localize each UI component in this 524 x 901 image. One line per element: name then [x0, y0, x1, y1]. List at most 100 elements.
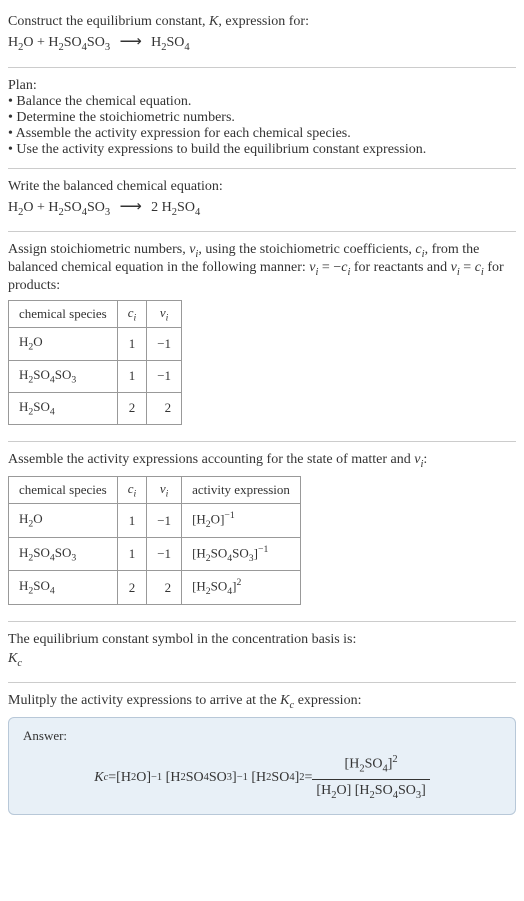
table-header: activity expression	[182, 476, 301, 504]
sp: SO	[33, 367, 50, 382]
table-cell: H2SO4	[9, 571, 118, 605]
sp: H	[19, 545, 28, 560]
table-cell: 2	[117, 392, 147, 424]
plan-title: Plan:	[8, 78, 516, 94]
eq-part: H	[8, 200, 18, 215]
table-row: H2O 1 −1 [H2O]−1	[9, 504, 301, 538]
exp: −1	[151, 770, 162, 787]
sp-sub: 3	[249, 553, 254, 564]
arrow-icon: ⟶	[120, 198, 142, 215]
sp: H	[349, 757, 359, 772]
sp: SO	[232, 545, 249, 560]
sub-i: i	[134, 312, 137, 323]
sp-sub: 3	[71, 374, 76, 385]
balanced-section: Write the balanced chemical equation: H2…	[8, 173, 516, 228]
sp: SO	[365, 757, 383, 772]
sp: SO	[33, 545, 50, 560]
sp-sub: 3	[416, 789, 421, 800]
table-cell: H2O	[9, 504, 118, 538]
sp: SO	[55, 367, 72, 382]
table-cell: −1	[147, 328, 182, 360]
plan-item: Balance the chemical equation.	[8, 94, 516, 110]
eq-part: SO	[87, 200, 105, 215]
stoich-table: chemical species ci νi H2O 1 −1 H2SO4SO3…	[8, 300, 182, 425]
sp-sub: 3	[227, 770, 232, 787]
sp: H	[19, 511, 28, 526]
answer-label: Answer:	[23, 728, 501, 744]
k-var: K	[8, 651, 17, 666]
sp: H	[256, 767, 266, 789]
sub-c: c	[17, 658, 22, 669]
table-header: ci	[117, 476, 147, 504]
kc-symbol: Kc	[8, 648, 516, 673]
divider	[8, 231, 516, 232]
intro-equation: H2O + H2SO4SO3 ⟶ H2SO4	[8, 30, 516, 57]
eq-sub: 4	[195, 206, 200, 217]
intro-section: Construct the equilibrium constant, K, e…	[8, 8, 516, 63]
sp: SO	[398, 783, 416, 798]
text-part: Assign stoichiometric numbers,	[8, 242, 189, 257]
sp-sub: 4	[227, 586, 232, 597]
sp: H	[359, 783, 369, 798]
k-var: K	[280, 693, 289, 708]
eq-part: SO	[64, 35, 82, 50]
plan-section: Plan: Balance the chemical equation. Det…	[8, 72, 516, 164]
text-part: , using the stoichiometric coefficients,	[198, 242, 415, 257]
text-part: for reactants and	[350, 260, 450, 275]
table-cell: H2SO4SO3	[9, 537, 118, 571]
activity-table: chemical species ci νi activity expressi…	[8, 476, 301, 605]
sp-sub: 3	[71, 552, 76, 563]
balanced-title: Write the balanced chemical equation:	[8, 179, 516, 195]
assemble-section: Assemble the activity expressions accoun…	[8, 446, 516, 617]
fraction: [H2SO4]2 [H2O] [H2SO4SO3]	[312, 752, 429, 804]
exp: 2	[392, 754, 397, 765]
sub-i: i	[134, 488, 137, 499]
sp: SO	[33, 578, 50, 593]
exp: −1	[258, 544, 268, 555]
sp: H	[196, 579, 205, 594]
sp: H	[19, 367, 28, 382]
sp: O	[211, 512, 220, 527]
sp: O	[336, 783, 346, 798]
table-cell: 2	[117, 571, 147, 605]
sp: O	[33, 334, 42, 349]
plan-item: Assemble the activity expression for eac…	[8, 126, 516, 142]
eq-part: SO	[177, 200, 195, 215]
divider	[8, 168, 516, 169]
eq-part: H	[48, 200, 58, 215]
sp: H	[170, 767, 180, 789]
multiply-section: Mulitply the activity expressions to arr…	[8, 687, 516, 827]
table-cell: 1	[117, 328, 147, 360]
sp: H	[121, 767, 131, 789]
eq-part: SO	[167, 35, 185, 50]
exp: −1	[224, 510, 234, 521]
exp: −1	[237, 770, 248, 787]
eq-sub: 3	[105, 206, 110, 217]
sub-i: i	[166, 488, 169, 499]
sp: H	[19, 578, 28, 593]
intro-line1: Construct the equilibrium constant,	[8, 14, 209, 29]
sp: SO	[211, 545, 228, 560]
text-part: = −	[318, 260, 341, 275]
plan-item: Determine the stoichiometric numbers.	[8, 110, 516, 126]
table-row: H2SO4 2 2	[9, 392, 182, 424]
symbol-text: The equilibrium constant symbol in the c…	[8, 632, 516, 648]
table-header: ci	[117, 300, 147, 328]
assign-section: Assign stoichiometric numbers, νi, using…	[8, 236, 516, 437]
answer-box: Answer: Kc = [H2O]−1 [H2SO4SO3]−1 [H2SO4…	[8, 717, 516, 815]
table-cell: 2	[147, 571, 182, 605]
plan-list: Balance the chemical equation. Determine…	[8, 94, 516, 158]
sp-sub: 4	[50, 586, 55, 597]
eq-part: H	[151, 35, 161, 50]
numerator: [H2SO4]2	[312, 752, 429, 779]
sp: SO	[209, 767, 227, 789]
sp: H	[196, 545, 205, 560]
text-part: Assemble the activity expressions accoun…	[8, 452, 414, 467]
eq-sign: =	[108, 767, 116, 789]
answer-equation: Kc = [H2O]−1 [H2SO4SO3]−1 [H2SO4]2 = [H2…	[23, 752, 501, 804]
sp: SO	[186, 767, 204, 789]
table-cell: H2SO4	[9, 392, 118, 424]
table-cell: 1	[117, 537, 147, 571]
table-header: chemical species	[9, 476, 118, 504]
table-row: H2SO4 2 2 [H2SO4]2	[9, 571, 301, 605]
